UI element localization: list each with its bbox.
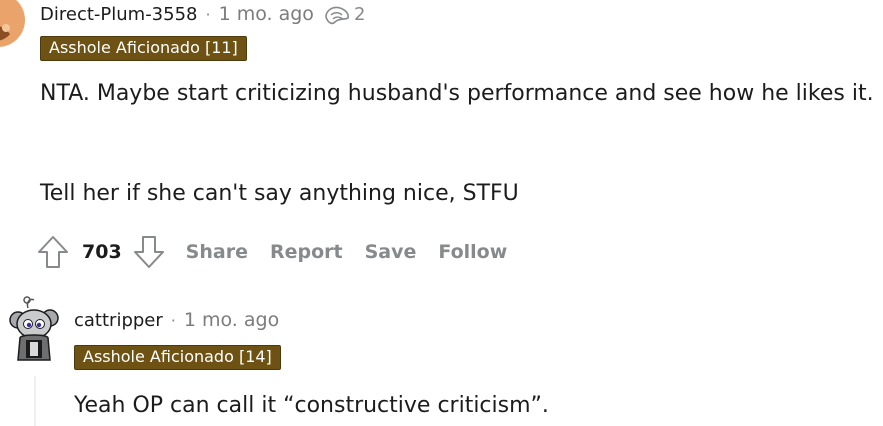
- follow-button[interactable]: Follow: [438, 241, 507, 263]
- award[interactable]: 2: [322, 1, 365, 27]
- upvote-icon[interactable]: [36, 234, 70, 270]
- comment-paragraph: Tell her if she can't say anything nice,…: [40, 181, 519, 206]
- comment-paragraph: Yeah OP can call it “constructive critic…: [74, 393, 549, 418]
- user-flair: Asshole Aficionado [11]: [40, 36, 247, 61]
- timestamp[interactable]: 1 mo. ago: [184, 309, 279, 331]
- avatar[interactable]: [8, 294, 64, 364]
- share-button[interactable]: Share: [186, 241, 248, 263]
- separator-dot: ·: [170, 310, 176, 330]
- report-button[interactable]: Report: [270, 241, 343, 263]
- username[interactable]: Direct-Plum-3558: [40, 4, 198, 25]
- comment-header: cattripper · 1 mo. ago: [74, 309, 279, 331]
- award-count: 2: [353, 3, 366, 25]
- save-button[interactable]: Save: [365, 241, 417, 263]
- award-icon: [325, 6, 349, 25]
- timestamp[interactable]: 1 mo. ago: [219, 3, 314, 25]
- comment-header: Direct-Plum-3558 · 1 mo. ago 2: [40, 1, 365, 27]
- comment-actions: 703 Share Report Save Follow: [36, 232, 529, 272]
- thread-line[interactable]: [34, 376, 36, 426]
- separator-dot: ·: [205, 4, 211, 24]
- username[interactable]: cattripper: [74, 310, 163, 331]
- avatar[interactable]: [0, 0, 30, 48]
- vote-score: 703: [82, 241, 122, 263]
- user-flair: Asshole Aficionado [14]: [74, 345, 281, 370]
- downvote-icon[interactable]: [132, 234, 166, 270]
- comment-paragraph: NTA. Maybe start criticizing husband's p…: [40, 81, 874, 106]
- comment-thread: Direct-Plum-3558 · 1 mo. ago 2 Asshole A…: [0, 0, 883, 426]
